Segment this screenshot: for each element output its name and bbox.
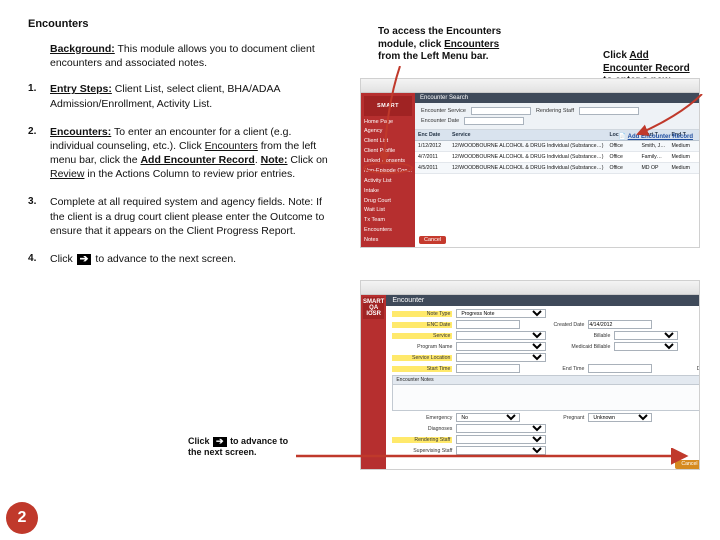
highlight-oval-encounters [363, 162, 413, 174]
table-row: 4/5/2011 12/WOODBOURNE ALCOHOL & DRUG In… [415, 163, 700, 174]
encounter-table: Enc Date Service Loc Start T End T Dur S… [415, 130, 700, 233]
arrow-icon: ➔ [77, 254, 92, 266]
start-time-input[interactable] [456, 364, 520, 373]
callout-top: To access the Encounters module, click E… [378, 26, 518, 64]
panel-title: Encounter Search [415, 93, 700, 103]
search-date-input[interactable] [464, 117, 524, 125]
sidebar-item[interactable]: Agency [364, 127, 412, 135]
steps-list: Entry Steps: Client List, select client,… [28, 82, 328, 266]
sidebar-item[interactable]: Home Page [364, 118, 412, 126]
callout-mid: Click ➔ to advance to the next screen. [188, 436, 298, 459]
medicaid-select[interactable] [614, 342, 678, 351]
app-logo: SMART QA IOSR [363, 297, 384, 319]
browser-addressbar [361, 281, 699, 295]
service-select[interactable] [456, 331, 546, 340]
end-time-input[interactable] [588, 364, 652, 373]
search-service-input[interactable] [471, 107, 531, 115]
supervising-staff-select[interactable] [456, 446, 546, 455]
sidebar-item[interactable]: Client List [364, 137, 412, 145]
step-4: Click ➔ to advance to the next screen. [28, 252, 328, 266]
instruction-column: Encounters Background: This module allow… [28, 18, 328, 280]
sidebar-item[interactable]: Drug Court [364, 197, 412, 205]
sidebar-item-encounters[interactable]: Encounters [364, 226, 412, 234]
encounter-form: Note TypeProgress Note ENC Date Created … [386, 306, 700, 470]
sidebar-item[interactable]: Tx Team [364, 216, 412, 224]
browser-addressbar [361, 79, 699, 93]
form-title: Encounter [386, 295, 700, 306]
diagnoses-select[interactable] [456, 424, 546, 433]
note-type-select[interactable]: Progress Note [456, 309, 546, 318]
page-title: Encounters [28, 18, 328, 30]
enc-date-input[interactable] [456, 320, 520, 329]
background-block: Background: This module allows you to do… [50, 42, 328, 70]
add-encounter-link[interactable]: 📄 Add Encounter Record [619, 133, 693, 140]
sidebar-item[interactable]: Notes [364, 236, 412, 244]
step-3: Complete at all required system and agen… [28, 195, 328, 238]
screenshot-encounter-form: SMART QA IOSR Encounter Note TypeProgres… [360, 280, 700, 470]
sidebar-item[interactable]: Client Profile [364, 147, 412, 155]
sidebar-item[interactable]: Intake [364, 187, 412, 195]
page-number-badge: 2 [6, 502, 38, 534]
step-1: Entry Steps: Client List, select client,… [28, 82, 328, 110]
created-date-input[interactable] [588, 320, 652, 329]
step-2: Encounters: To enter an encounter for a … [28, 125, 328, 182]
table-row: 1/12/2012 12/WOODBOURNE ALCOHOL & DRUG I… [415, 141, 700, 152]
billable-select[interactable] [614, 331, 678, 340]
sidebar-item[interactable]: Wait List [364, 206, 412, 214]
sidebar: SMART QA IOSR [361, 295, 386, 469]
search-panel: Encounter ServiceRendering Staff Encount… [415, 103, 700, 130]
screenshot-encounter-list: SMART Home Page Agency Client List Clien… [360, 78, 700, 248]
rendering-staff-select[interactable] [456, 435, 546, 444]
encounter-notes[interactable]: Encounter Notes [392, 375, 700, 411]
emergency-select[interactable]: No [456, 413, 520, 422]
location-select[interactable] [456, 353, 546, 362]
cancel-button[interactable]: Cancel [675, 460, 700, 469]
cancel-button[interactable]: Cancel [419, 236, 446, 244]
search-staff-input[interactable] [579, 107, 639, 115]
pregnant-select[interactable]: Unknown [588, 413, 652, 422]
sidebar-item[interactable]: Activity List [364, 177, 412, 185]
app-logo: SMART [364, 96, 412, 116]
background-label: Background: [50, 43, 115, 55]
arrow-icon: ➔ [213, 437, 227, 447]
table-row: 4/7/2011 12/WOODBOURNE ALCOHOL & DRUG In… [415, 152, 700, 163]
program-select[interactable] [456, 342, 546, 351]
